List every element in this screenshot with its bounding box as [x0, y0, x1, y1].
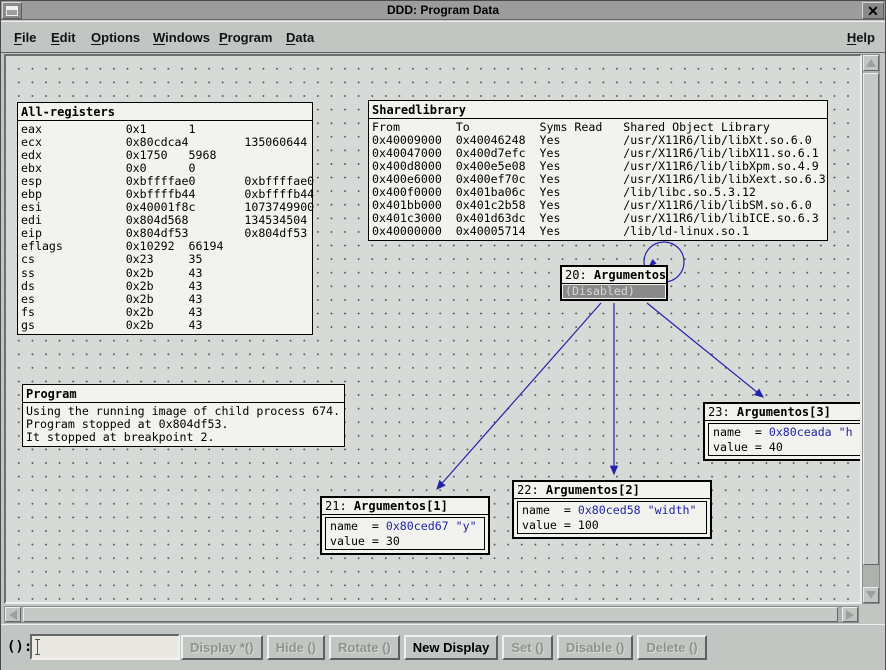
titlebar: DDD: Program Data ✕: [1, 1, 885, 20]
menu-file[interactable]: File: [14, 30, 36, 45]
horizontal-scrollbar[interactable]: [4, 606, 859, 623]
set-button[interactable]: Set (): [502, 635, 553, 660]
scroll-right-button[interactable]: [842, 607, 858, 622]
menu-windows[interactable]: Windows: [153, 30, 210, 45]
argument-toolbar: (): Display *() Hide () Rotate () New Di…: [1, 624, 885, 670]
menubar: File Edit Options Windows Program Data H…: [1, 21, 885, 53]
argument-label: ():: [7, 639, 32, 655]
field-value[interactable]: value = 30: [330, 534, 480, 549]
data-canvas[interactable]: All-registers eax 0x1 1 ecx 0x80cdca4 13…: [6, 56, 860, 602]
field-value[interactable]: value = 100: [522, 518, 702, 533]
scroll-down-icon: [866, 591, 876, 599]
menu-options[interactable]: Options: [91, 30, 140, 45]
close-button[interactable]: ✕: [862, 2, 884, 19]
field-name[interactable]: name = 0x80ced67 "y": [330, 519, 480, 534]
text-caret: [37, 639, 38, 655]
display-button[interactable]: Display *(): [181, 635, 263, 660]
window-title: DDD: Program Data: [1, 1, 885, 20]
scroll-right-icon: [846, 610, 854, 620]
argument-input[interactable]: [30, 634, 180, 660]
disable-button[interactable]: Disable (): [557, 635, 634, 660]
scroll-left-icon: [9, 610, 17, 620]
display-node-21-title: 21: Argumentos[1]: [322, 498, 488, 515]
program-status-text: Using the running image of child process…: [23, 403, 344, 446]
scroll-up-icon: [866, 59, 876, 67]
registers-table: eax 0x1 1 ecx 0x80cdca4 135060644 edx 0x…: [18, 121, 312, 334]
scroll-down-button[interactable]: [863, 587, 879, 603]
sharedlibrary-table: From To Syms Read Shared Object Library …: [369, 119, 827, 240]
program-title: Program: [23, 385, 344, 403]
menu-data[interactable]: Data: [286, 30, 314, 45]
hide-button[interactable]: Hide (): [267, 635, 325, 660]
scroll-up-button[interactable]: [863, 55, 879, 71]
rotate-button[interactable]: Rotate (): [329, 635, 400, 660]
display-node-22-values: name = 0x80ced58 "width" value = 100: [517, 501, 707, 534]
display-node-20-title: 20: Argumentos: [562, 267, 666, 284]
field-value[interactable]: value = 40: [713, 440, 860, 455]
registers-box[interactable]: All-registers eax 0x1 1 ecx 0x80cdca4 13…: [17, 102, 313, 335]
horizontal-scrollbar-thumb[interactable]: [23, 607, 838, 622]
menu-edit[interactable]: Edit: [51, 30, 76, 45]
display-node-23[interactable]: 23: Argumentos[3] name = 0x80ceada "h va…: [703, 402, 860, 461]
new-display-button[interactable]: New Display: [404, 635, 499, 660]
close-icon: ✕: [867, 4, 879, 18]
vertical-scrollbar[interactable]: [862, 54, 880, 604]
display-node-21-values: name = 0x80ced67 "y" value = 30: [325, 517, 485, 550]
field-name[interactable]: name = 0x80ced58 "width": [522, 503, 702, 518]
display-node-23-title: 23: Argumentos[3]: [705, 404, 860, 421]
display-node-22-title: 22: Argumentos[2]: [514, 482, 710, 499]
vertical-scrollbar-thumb[interactable]: [863, 73, 879, 565]
display-node-20[interactable]: 20: Argumentos (Disabled): [560, 265, 668, 301]
field-name[interactable]: name = 0x80ceada "h: [713, 425, 860, 440]
program-box[interactable]: Program Using the running image of child…: [22, 384, 345, 447]
sharedlibrary-box[interactable]: Sharedlibrary From To Syms Read Shared O…: [368, 100, 828, 241]
display-node-20-status[interactable]: (Disabled): [563, 285, 665, 298]
canvas-frame: All-registers eax 0x1 1 ecx 0x80cdca4 13…: [4, 54, 862, 604]
menu-program[interactable]: Program: [219, 30, 272, 45]
delete-button[interactable]: Delete (): [637, 635, 706, 660]
display-node-22[interactable]: 22: Argumentos[2] name = 0x80ced58 "widt…: [512, 480, 712, 539]
display-node-21[interactable]: 21: Argumentos[1] name = 0x80ced67 "y" v…: [320, 496, 490, 555]
menu-help[interactable]: Help: [847, 30, 875, 45]
toolbar-buttons: Display *() Hide () Rotate () New Displa…: [181, 635, 707, 660]
sharedlibrary-title: Sharedlibrary: [369, 101, 827, 119]
registers-title: All-registers: [18, 103, 312, 121]
scroll-left-button[interactable]: [5, 607, 21, 622]
ddd-window: DDD: Program Data ✕ File Edit Options Wi…: [0, 0, 886, 670]
display-node-23-values: name = 0x80ceada "h value = 40: [708, 423, 860, 456]
